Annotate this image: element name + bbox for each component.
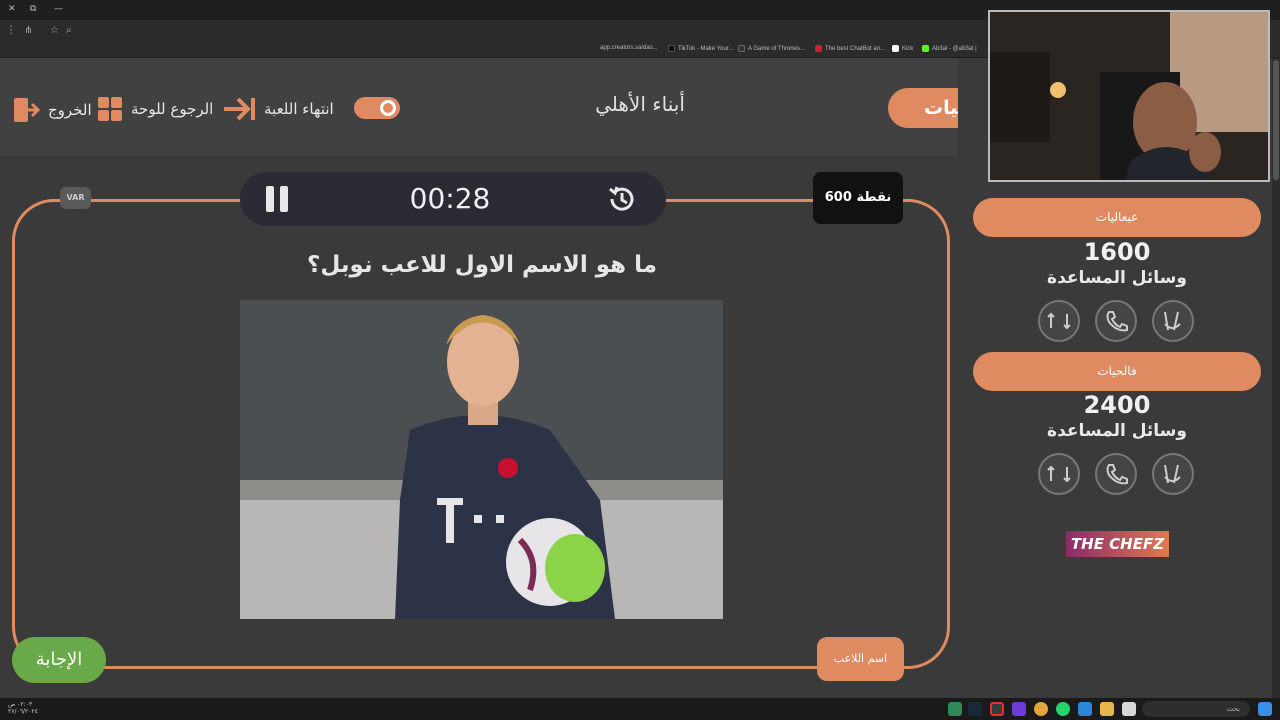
answer-button[interactable]: الإجابة xyxy=(12,637,106,683)
team-title: أبناء الأهلي xyxy=(595,92,685,116)
question-text: ما هو الاسم الاول للاعب نوبل؟ xyxy=(307,252,657,278)
bookmark-item[interactable]: A Game of Thrones... xyxy=(738,45,805,52)
toggle-switch[interactable] xyxy=(354,97,400,119)
taskbar: ٠٢:٠٣ ص ٢٧/٠٦/٢٠٢٤ بحث xyxy=(0,698,1280,720)
arrow-right-icon xyxy=(224,97,255,121)
restore-icon[interactable]: ⧉ xyxy=(30,4,36,14)
exit-button[interactable]: الخروج xyxy=(12,96,92,124)
bookmark-item[interactable]: Ab3al - @ab3al | xyxy=(922,45,977,52)
toggle-knob xyxy=(380,100,396,116)
team-2-score: 2400 xyxy=(1083,391,1151,419)
bookmark-item[interactable]: app.creators.sa/das... xyxy=(600,45,658,51)
settings-toggle[interactable] xyxy=(354,97,400,119)
exit-label: الخروج xyxy=(48,101,92,119)
grid-icon xyxy=(98,97,122,121)
bookmark-item[interactable]: TikTok - Make Your... xyxy=(668,45,733,52)
taskbar-clock: ٠٢:٠٣ ص ٢٧/٠٦/٢٠٢٤ xyxy=(8,701,38,715)
bookmark-item[interactable]: Kick xyxy=(892,45,913,52)
zoom-icon[interactable]: ⌕ xyxy=(66,25,72,36)
close-icon[interactable]: ✕ xyxy=(8,4,16,14)
phone-call-icon[interactable] xyxy=(1095,453,1137,495)
app-icon[interactable] xyxy=(990,702,1004,716)
player-name-button[interactable]: اسم اللاعب xyxy=(817,637,904,681)
webcam-overlay xyxy=(988,10,1270,182)
peace-hand-icon[interactable] xyxy=(1152,453,1194,495)
question-image xyxy=(240,300,723,619)
back-to-board-button[interactable]: الرجوع للوحة xyxy=(97,96,213,122)
star-icon[interactable]: ☆ xyxy=(50,25,59,36)
reset-timer-icon[interactable] xyxy=(606,183,638,215)
minimize-icon[interactable]: — xyxy=(54,4,63,14)
team-2-pill[interactable]: فالحيات xyxy=(973,352,1261,391)
sponsor-logo: THE CHEFZ xyxy=(1066,531,1169,557)
team-2-helpers-label: وسائل المساعدة xyxy=(1047,421,1187,441)
team-1-score: 1600 xyxy=(1083,238,1151,266)
end-game-button[interactable]: انتهاء اللعبة xyxy=(222,96,334,122)
scrollbar-thumb[interactable] xyxy=(1273,60,1279,180)
folder-icon[interactable] xyxy=(1100,702,1114,716)
extensions-icon[interactable]: ⋔ xyxy=(24,25,32,36)
chrome-icon[interactable] xyxy=(1034,702,1048,716)
switch-question-icon[interactable] xyxy=(1038,453,1080,495)
team-1-helpers-label: وسائل المساعدة xyxy=(1047,268,1187,288)
bookmark-item[interactable]: The best ChatBot an... xyxy=(815,45,885,52)
pause-icon[interactable] xyxy=(266,186,290,212)
phone-call-icon[interactable] xyxy=(1095,300,1137,342)
steam-icon[interactable] xyxy=(968,702,982,716)
scrollbar[interactable] xyxy=(1272,58,1280,698)
app-icon[interactable] xyxy=(1122,702,1136,716)
switch-question-icon[interactable] xyxy=(1038,300,1080,342)
end-game-label: انتهاء اللعبة xyxy=(264,100,334,118)
back-label: الرجوع للوحة xyxy=(131,100,214,118)
timer-bar: 00:28 xyxy=(240,172,666,226)
timer-display: 00:28 xyxy=(409,182,491,215)
whatsapp-icon[interactable] xyxy=(1056,702,1070,716)
peace-hand-icon[interactable] xyxy=(1152,300,1194,342)
taskbar-search[interactable]: بحث xyxy=(1142,701,1250,717)
app-icon[interactable] xyxy=(1012,702,1026,716)
start-icon[interactable] xyxy=(1258,702,1272,716)
points-badge: 600 نقطة xyxy=(813,172,903,224)
exit-icon xyxy=(14,98,40,122)
team-1-pill[interactable]: عبعاليات xyxy=(973,198,1261,237)
app-icon[interactable] xyxy=(948,702,962,716)
var-button[interactable]: VAR xyxy=(60,187,91,209)
menu-dots-icon[interactable]: ⋮ xyxy=(6,25,16,36)
app-icon[interactable] xyxy=(1078,702,1092,716)
